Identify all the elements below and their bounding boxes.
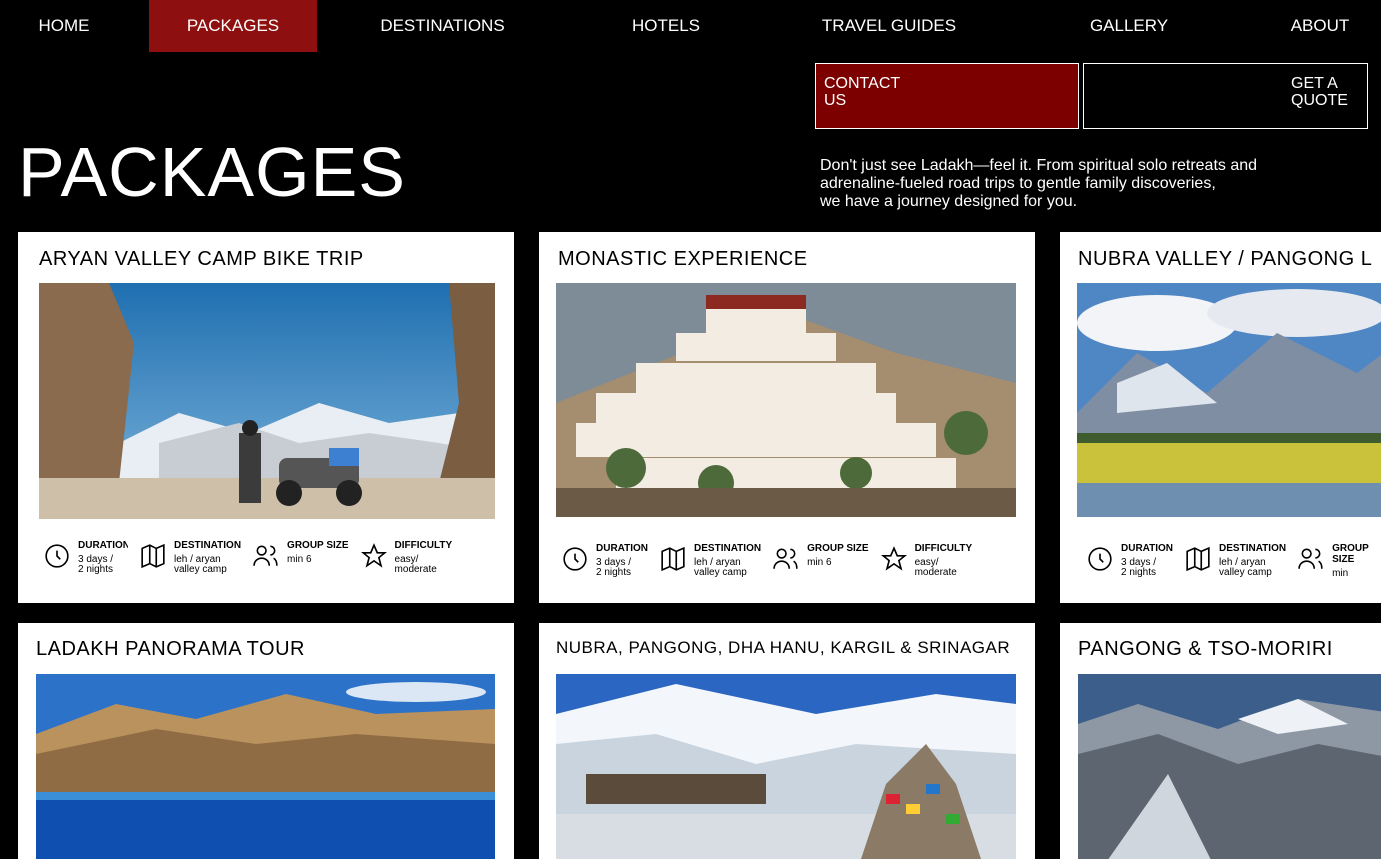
nav-destinations[interactable]: DESTINATIONS [360, 0, 525, 52]
contact-label-line1: CONTACT [824, 75, 901, 92]
difficulty-meta: DIFFICULTY easy/ moderate [360, 540, 457, 575]
destination-meta: DESTINATION leh / aryan valley camp [1185, 543, 1286, 579]
get-a-quote-button[interactable]: GET A QUOTE [1083, 63, 1368, 129]
intro-line-1: Don't just see Ladakh—feel it. From spir… [820, 157, 1258, 174]
destination-meta: DESTINATION leh / aryan valley camp [660, 543, 761, 578]
package-meta: DURATION 3 days / 2 nights DESTINATION leh… [562, 543, 989, 578]
package-meta: DURATION 3 days / 2 nights DESTINATION leh… [44, 540, 469, 575]
map-icon [1186, 546, 1210, 572]
destination-meta: DESTINATION leh / aryan valley camp [140, 540, 241, 575]
intro-line-3: we have a journey designed for you. [820, 193, 1078, 210]
contact-label-line2: US [824, 92, 847, 109]
star-icon [360, 543, 387, 568]
package-card[interactable]: NUBRA, PANGONG, DHA HANU, KARGIL & SRINA… [539, 623, 1035, 859]
package-image-prayer-flags[interactable] [556, 674, 1016, 859]
clock-icon [45, 544, 69, 568]
intro-text: Don't just see Ladakh—feel it. From spir… [820, 157, 1320, 211]
map-icon [141, 543, 165, 569]
package-image-monastery[interactable] [556, 283, 1016, 517]
package-image-nubra-valley[interactable] [1077, 283, 1381, 517]
package-title: MONASTIC EXPERIENCE [558, 248, 808, 270]
group-size-label: GROUP SIZE [1332, 543, 1369, 565]
duration-value: 3 days / 2 nights [1121, 557, 1157, 578]
clock-icon [563, 547, 587, 571]
destination-label: DESTINATION [1219, 543, 1287, 554]
difficulty-meta: DIFFICULTY easy/ moderate [880, 543, 977, 578]
group-size-value: min 6 [287, 554, 312, 565]
group-size-meta: GROUP SIZE min 6 [773, 543, 869, 578]
quote-label-line2: QUOTE [1291, 92, 1348, 109]
contact-us-button[interactable]: CONTACT US [815, 63, 1079, 129]
destination-value: leh / aryan valley camp [1219, 557, 1272, 578]
nav-packages[interactable]: PACKAGES [149, 0, 317, 52]
difficulty-value: easy/ moderate [394, 554, 437, 575]
duration-value: 3 days / 2 nights [78, 554, 114, 575]
nav-home[interactable]: HOME [20, 0, 108, 52]
package-image-panorama-tour[interactable] [36, 674, 495, 859]
package-title: LADAKH PANORAMA TOUR [36, 638, 305, 660]
main-nav: HOME PACKAGES DESTINATIONS HOTELS TRAVEL… [0, 0, 1381, 52]
package-title: ARYAN VALLEY CAMP BIKE TRIP [39, 248, 364, 270]
package-title: NUBRA VALLEY / PANGONG L [1078, 248, 1373, 270]
package-card[interactable]: PANGONG & TSO-MORIRI [1060, 623, 1381, 859]
destination-value: leh / aryan valley camp [174, 554, 227, 575]
difficulty-label: DIFFICULTY [914, 543, 973, 554]
page-title: PACKAGES [18, 133, 406, 211]
group-size-meta: GROUP SIZE min 6 [253, 540, 349, 575]
package-image-pangong-tso-moriri[interactable] [1078, 674, 1381, 859]
duration-label: DURATION [596, 543, 649, 554]
package-card[interactable]: MONASTIC EXPERIENCE DURATION 3 days / 2 n… [539, 232, 1035, 603]
users-icon [1298, 548, 1323, 569]
nav-about[interactable]: ABOUT [1270, 0, 1370, 52]
intro-line-2: adrenaline-fueled road trips to gentle f… [820, 175, 1216, 192]
destination-value: leh / aryan valley camp [694, 557, 747, 578]
package-title: PANGONG & TSO-MORIRI [1078, 638, 1333, 660]
package-meta: DURATION 3 days / 2 nights DESTINATION leh… [1087, 543, 1381, 579]
star-icon [880, 546, 907, 571]
destination-label: DESTINATION [694, 543, 762, 554]
package-title: NUBRA, PANGONG, DHA HANU, KARGIL & SRINA… [556, 638, 1011, 657]
map-icon [661, 546, 685, 572]
package-card[interactable]: LADAKH PANORAMA TOUR [18, 623, 514, 859]
clock-icon [1088, 547, 1112, 571]
users-icon [773, 548, 798, 569]
destination-label: DESTINATION [174, 540, 242, 551]
quote-label-line1: GET A [1291, 75, 1338, 92]
duration-label: DURATION [78, 540, 128, 551]
package-card[interactable]: ARYAN VALLEY CAMP BIKE TRIP DURATION 3 da… [18, 232, 514, 603]
duration-meta: DURATION 3 days / 2 nights [44, 540, 128, 575]
group-size-value: min [1332, 568, 1349, 579]
duration-value: 3 days / 2 nights [596, 557, 632, 578]
group-size-value: min 6 [807, 557, 832, 568]
difficulty-value: easy/ moderate [914, 557, 957, 578]
duration-label: DURATION [1121, 543, 1174, 554]
group-size-label: GROUP SIZE [287, 540, 349, 551]
users-icon [253, 545, 278, 566]
group-size-meta: GROUP SIZE min [1298, 543, 1378, 579]
difficulty-label: DIFFICULTY [394, 540, 453, 551]
package-card[interactable]: NUBRA VALLEY / PANGONG L DURATION 3 days … [1060, 232, 1381, 603]
group-size-label: GROUP SIZE [807, 543, 869, 554]
duration-meta: DURATION 3 days / 2 nights [1087, 543, 1173, 579]
package-image-bike-trip[interactable] [39, 283, 495, 519]
nav-hotels[interactable]: HOTELS [610, 0, 722, 52]
nav-travel-guides[interactable]: TRAVEL GUIDES [805, 0, 973, 52]
nav-gallery[interactable]: GALLERY [1075, 0, 1183, 52]
duration-meta: DURATION 3 days / 2 nights [562, 543, 648, 578]
